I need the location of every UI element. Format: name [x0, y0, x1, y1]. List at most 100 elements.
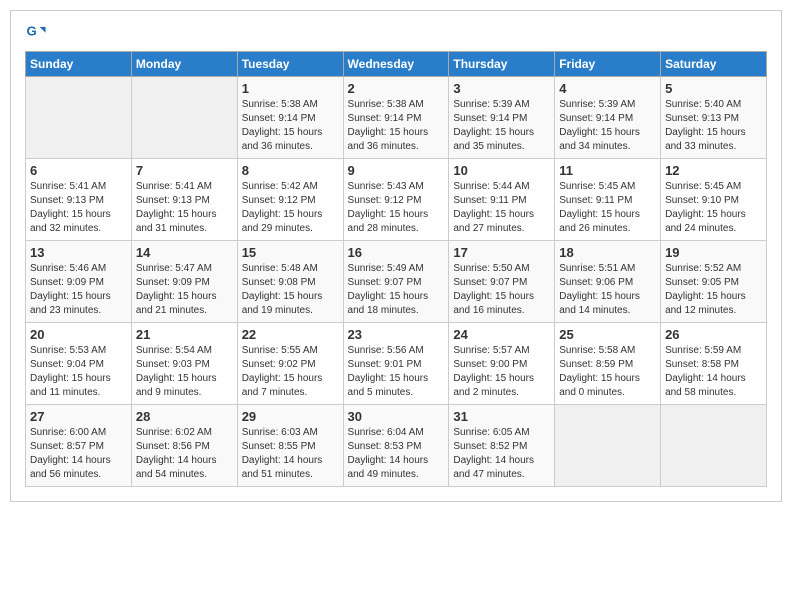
calendar-cell: 30 Sunrise: 6:04 AM Sunset: 8:53 PM Dayli…: [343, 405, 449, 487]
day-number: 27: [30, 409, 127, 424]
day-info: Sunrise: 5:52 AM Sunset: 9:05 PM Dayligh…: [665, 262, 762, 318]
day-number: 14: [136, 245, 233, 260]
day-number: 3: [453, 81, 550, 96]
calendar-cell: 14 Sunrise: 5:47 AM Sunset: 9:09 PM Dayli…: [131, 241, 237, 323]
day-number: 8: [242, 163, 339, 178]
logo-icon: G: [25, 21, 47, 43]
day-info: Sunrise: 5:39 AM Sunset: 9:14 PM Dayligh…: [453, 98, 550, 154]
day-info: Sunrise: 5:41 AM Sunset: 9:13 PM Dayligh…: [30, 180, 127, 236]
day-number: 6: [30, 163, 127, 178]
calendar-cell: 3 Sunrise: 5:39 AM Sunset: 9:14 PM Daylig…: [449, 77, 555, 159]
day-info: Sunrise: 5:39 AM Sunset: 9:14 PM Dayligh…: [559, 98, 656, 154]
day-info: Sunrise: 5:55 AM Sunset: 9:02 PM Dayligh…: [242, 344, 339, 400]
weekday-header-sunday: Sunday: [26, 52, 132, 77]
calendar-cell: [661, 405, 767, 487]
day-info: Sunrise: 5:38 AM Sunset: 9:14 PM Dayligh…: [242, 98, 339, 154]
day-info: Sunrise: 6:00 AM Sunset: 8:57 PM Dayligh…: [30, 426, 127, 482]
day-info: Sunrise: 5:38 AM Sunset: 9:14 PM Dayligh…: [348, 98, 445, 154]
calendar-cell: 24 Sunrise: 5:57 AM Sunset: 9:00 PM Dayli…: [449, 323, 555, 405]
week-row-1: 1 Sunrise: 5:38 AM Sunset: 9:14 PM Daylig…: [26, 77, 767, 159]
calendar-cell: 22 Sunrise: 5:55 AM Sunset: 9:02 PM Dayli…: [237, 323, 343, 405]
day-number: 21: [136, 327, 233, 342]
calendar-cell: 16 Sunrise: 5:49 AM Sunset: 9:07 PM Dayli…: [343, 241, 449, 323]
day-number: 11: [559, 163, 656, 178]
day-number: 22: [242, 327, 339, 342]
day-number: 31: [453, 409, 550, 424]
day-info: Sunrise: 5:44 AM Sunset: 9:11 PM Dayligh…: [453, 180, 550, 236]
calendar-cell: 2 Sunrise: 5:38 AM Sunset: 9:14 PM Daylig…: [343, 77, 449, 159]
day-info: Sunrise: 5:49 AM Sunset: 9:07 PM Dayligh…: [348, 262, 445, 318]
day-info: Sunrise: 5:58 AM Sunset: 8:59 PM Dayligh…: [559, 344, 656, 400]
day-info: Sunrise: 5:56 AM Sunset: 9:01 PM Dayligh…: [348, 344, 445, 400]
day-info: Sunrise: 6:04 AM Sunset: 8:53 PM Dayligh…: [348, 426, 445, 482]
day-info: Sunrise: 5:59 AM Sunset: 8:58 PM Dayligh…: [665, 344, 762, 400]
weekday-header-friday: Friday: [555, 52, 661, 77]
calendar-cell: 12 Sunrise: 5:45 AM Sunset: 9:10 PM Dayli…: [661, 159, 767, 241]
calendar-cell: 11 Sunrise: 5:45 AM Sunset: 9:11 PM Dayli…: [555, 159, 661, 241]
calendar-cell: 26 Sunrise: 5:59 AM Sunset: 8:58 PM Dayli…: [661, 323, 767, 405]
day-number: 4: [559, 81, 656, 96]
calendar-cell: 8 Sunrise: 5:42 AM Sunset: 9:12 PM Daylig…: [237, 159, 343, 241]
logo: G: [25, 21, 51, 43]
calendar-cell: 6 Sunrise: 5:41 AM Sunset: 9:13 PM Daylig…: [26, 159, 132, 241]
calendar-cell: 9 Sunrise: 5:43 AM Sunset: 9:12 PM Daylig…: [343, 159, 449, 241]
weekday-header-saturday: Saturday: [661, 52, 767, 77]
calendar-cell: 5Sunrise: 5:40 AM Sunset: 9:13 PM Daylig…: [661, 77, 767, 159]
calendar-cell: 1 Sunrise: 5:38 AM Sunset: 9:14 PM Daylig…: [237, 77, 343, 159]
day-number: 26: [665, 327, 762, 342]
day-number: 7: [136, 163, 233, 178]
day-number: 29: [242, 409, 339, 424]
day-number: 1: [242, 81, 339, 96]
calendar-cell: [131, 77, 237, 159]
day-info: Sunrise: 6:05 AM Sunset: 8:52 PM Dayligh…: [453, 426, 550, 482]
svg-text:G: G: [26, 24, 36, 39]
day-number: 20: [30, 327, 127, 342]
calendar-cell: 27 Sunrise: 6:00 AM Sunset: 8:57 PM Dayli…: [26, 405, 132, 487]
day-info: Sunrise: 5:50 AM Sunset: 9:07 PM Dayligh…: [453, 262, 550, 318]
day-info: Sunrise: 5:45 AM Sunset: 9:10 PM Dayligh…: [665, 180, 762, 236]
calendar-cell: 23 Sunrise: 5:56 AM Sunset: 9:01 PM Dayli…: [343, 323, 449, 405]
header-row: G: [25, 21, 767, 43]
calendar-cell: 13Sunrise: 5:46 AM Sunset: 9:09 PM Dayli…: [26, 241, 132, 323]
weekday-header-row: SundayMondayTuesdayWednesdayThursdayFrid…: [26, 52, 767, 77]
day-number: 13: [30, 245, 127, 260]
day-number: 18: [559, 245, 656, 260]
week-row-3: 13Sunrise: 5:46 AM Sunset: 9:09 PM Dayli…: [26, 241, 767, 323]
day-number: 15: [242, 245, 339, 260]
calendar-container: G SundayMondayTuesdayWednesdayThursdayFr…: [10, 10, 782, 502]
day-info: Sunrise: 5:54 AM Sunset: 9:03 PM Dayligh…: [136, 344, 233, 400]
calendar-cell: 15 Sunrise: 5:48 AM Sunset: 9:08 PM Dayli…: [237, 241, 343, 323]
day-info: Sunrise: 5:42 AM Sunset: 9:12 PM Dayligh…: [242, 180, 339, 236]
day-info: Sunrise: 5:41 AM Sunset: 9:13 PM Dayligh…: [136, 180, 233, 236]
weekday-header-tuesday: Tuesday: [237, 52, 343, 77]
day-number: 17: [453, 245, 550, 260]
day-info: Sunrise: 5:51 AM Sunset: 9:06 PM Dayligh…: [559, 262, 656, 318]
day-info: Sunrise: 5:47 AM Sunset: 9:09 PM Dayligh…: [136, 262, 233, 318]
day-info: Sunrise: 5:53 AM Sunset: 9:04 PM Dayligh…: [30, 344, 127, 400]
day-number: 10: [453, 163, 550, 178]
weekday-header-monday: Monday: [131, 52, 237, 77]
week-row-2: 6 Sunrise: 5:41 AM Sunset: 9:13 PM Daylig…: [26, 159, 767, 241]
day-info: Sunrise: 5:45 AM Sunset: 9:11 PM Dayligh…: [559, 180, 656, 236]
calendar-cell: 29 Sunrise: 6:03 AM Sunset: 8:55 PM Dayli…: [237, 405, 343, 487]
day-number: 25: [559, 327, 656, 342]
day-info: Sunrise: 6:03 AM Sunset: 8:55 PM Dayligh…: [242, 426, 339, 482]
calendar-cell: 21 Sunrise: 5:54 AM Sunset: 9:03 PM Dayli…: [131, 323, 237, 405]
day-info: Sunrise: 5:43 AM Sunset: 9:12 PM Dayligh…: [348, 180, 445, 236]
day-number: 12: [665, 163, 762, 178]
day-number: 23: [348, 327, 445, 342]
calendar-cell: [555, 405, 661, 487]
day-number: 16: [348, 245, 445, 260]
day-number: 9: [348, 163, 445, 178]
calendar-cell: 10 Sunrise: 5:44 AM Sunset: 9:11 PM Dayli…: [449, 159, 555, 241]
calendar-cell: 19Sunrise: 5:52 AM Sunset: 9:05 PM Dayli…: [661, 241, 767, 323]
calendar-cell: 7 Sunrise: 5:41 AM Sunset: 9:13 PM Daylig…: [131, 159, 237, 241]
calendar-cell: 4 Sunrise: 5:39 AM Sunset: 9:14 PM Daylig…: [555, 77, 661, 159]
calendar-cell: 28Sunrise: 6:02 AM Sunset: 8:56 PM Dayli…: [131, 405, 237, 487]
day-number: 24: [453, 327, 550, 342]
day-number: 2: [348, 81, 445, 96]
day-number: 30: [348, 409, 445, 424]
day-info: Sunrise: 5:57 AM Sunset: 9:00 PM Dayligh…: [453, 344, 550, 400]
day-info: Sunrise: 6:02 AM Sunset: 8:56 PM Dayligh…: [136, 426, 233, 482]
day-info: Sunrise: 5:48 AM Sunset: 9:08 PM Dayligh…: [242, 262, 339, 318]
